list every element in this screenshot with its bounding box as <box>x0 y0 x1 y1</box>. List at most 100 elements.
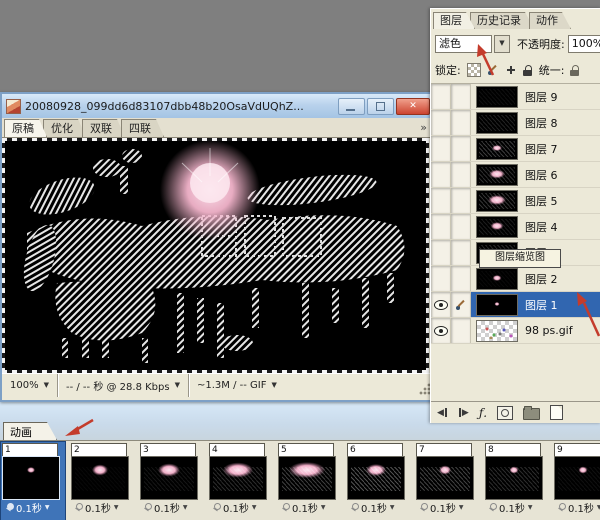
lock-image-brush-icon[interactable] <box>487 64 499 76</box>
layer-thumbnail[interactable] <box>476 294 518 316</box>
link-toggle[interactable] <box>451 188 471 213</box>
previous-frame-button[interactable]: ◀ <box>437 408 448 418</box>
close-button[interactable]: ✕ <box>396 98 430 115</box>
lock-transparency-icon[interactable] <box>467 63 481 77</box>
animation-frame[interactable]: 6 0.1秒 ▼ <box>346 442 410 520</box>
frame-thumbnail[interactable] <box>278 456 336 500</box>
visibility-toggle[interactable] <box>431 136 451 161</box>
link-toggle[interactable] <box>451 214 471 239</box>
frame-delay-control[interactable]: 0.1秒 ▼ <box>278 500 340 515</box>
tab-actions[interactable]: 动作 <box>529 12 571 29</box>
layer-row[interactable]: 图层 5 <box>431 188 600 214</box>
layer-thumbnail[interactable] <box>476 138 518 160</box>
frame-delay-control[interactable]: 0.1秒 ▼ <box>554 500 600 515</box>
layer-row[interactable]: 图层 8 <box>431 110 600 136</box>
frame-thumbnail[interactable] <box>347 456 405 500</box>
animation-frame[interactable]: 7 0.1秒 ▼ <box>415 442 479 520</box>
frame-delay-control[interactable]: 0.1秒 ▼ <box>485 500 547 515</box>
visibility-toggle[interactable] <box>431 188 451 213</box>
animation-frames-strip: 1 0.1秒 ▼ 2 0.1秒 ▼ 3 <box>0 440 600 520</box>
layer-row[interactable]: 98 ps.gif <box>431 318 600 344</box>
maximize-button[interactable] <box>367 98 394 115</box>
link-toggle[interactable] <box>451 84 471 109</box>
tab-2up[interactable]: 双联 <box>82 119 125 137</box>
frame-delay-control[interactable]: 0.1秒 ▼ <box>416 500 478 515</box>
tab-animation[interactable]: 动画 <box>3 422 57 440</box>
layer-row-selected[interactable]: 图层 1 <box>431 292 600 318</box>
animation-frame[interactable]: 9 0.1秒 ▼ <box>553 442 600 520</box>
frame-disposal-icon <box>74 503 82 513</box>
frame-thumbnail[interactable] <box>209 456 267 500</box>
download-time-dropdown[interactable]: -- / -- 秒 @ 28.8 Kbps ▼ <box>58 374 188 397</box>
layer-row[interactable]: 图层 7 <box>431 136 600 162</box>
new-group-button[interactable] <box>523 408 540 420</box>
next-frame-button[interactable]: ▶ <box>458 408 469 418</box>
animation-frame[interactable]: 8 0.1秒 ▼ <box>484 442 548 520</box>
visibility-toggle[interactable] <box>431 266 451 291</box>
tab-4up[interactable]: 四联 <box>121 119 164 137</box>
zoom-level-dropdown[interactable]: 100% ▼ <box>2 374 57 397</box>
layer-row[interactable]: 图层 6 <box>431 162 600 188</box>
frame-delay-control[interactable]: 0.1秒 ▼ <box>140 500 202 515</box>
frame-thumbnail[interactable] <box>416 456 474 500</box>
new-layer-button[interactable] <box>550 405 563 420</box>
layer-row[interactable]: 图层 9 <box>431 84 600 110</box>
animation-frame[interactable]: 3 0.1秒 ▼ <box>139 442 203 520</box>
frame-delay-control[interactable]: 0.1秒 ▼ <box>71 500 133 515</box>
layer-thumbnail[interactable] <box>476 86 518 108</box>
unify-lock-icon[interactable] <box>570 64 580 76</box>
lock-all-icon[interactable] <box>523 64 533 76</box>
animation-frame[interactable]: 1 0.1秒 ▼ <box>1 442 65 520</box>
layer-row[interactable]: 图层 2 <box>431 266 600 292</box>
animation-frame[interactable]: 4 0.1秒 ▼ <box>208 442 272 520</box>
frame-disposal-icon <box>419 503 427 513</box>
tab-layers[interactable]: 图层 <box>433 12 475 29</box>
frame-delay-control[interactable]: 0.1秒 ▼ <box>347 500 409 515</box>
blend-mode-dropdown-button[interactable]: ▼ <box>494 35 510 53</box>
link-toggle[interactable] <box>451 292 471 317</box>
document-titlebar[interactable]: 20080928_099dd6d83107dbb48b20OsaVdUQhZ..… <box>2 94 433 118</box>
frame-delay-control[interactable]: 0.1秒 ▼ <box>209 500 271 515</box>
layer-style-fx-button[interactable]: ƒ. <box>479 406 487 420</box>
visibility-toggle[interactable] <box>431 162 451 187</box>
link-toggle[interactable] <box>451 318 471 343</box>
layer-thumbnail[interactable] <box>476 216 518 238</box>
link-toggle[interactable] <box>451 266 471 291</box>
blend-mode-select[interactable]: 滤色 <box>435 35 492 53</box>
opacity-input[interactable]: 100% <box>568 35 600 53</box>
tab-original[interactable]: 原稿 <box>4 119 47 137</box>
layer-thumbnail[interactable] <box>476 164 518 186</box>
image-canvas[interactable] <box>2 138 429 373</box>
frame-delay-control[interactable]: 0.1秒 ▼ <box>2 500 64 515</box>
lock-position-icon[interactable] <box>505 64 517 76</box>
file-size-dropdown[interactable]: ~1.3M / -- GIF ▼ <box>189 374 285 397</box>
frame-thumbnail[interactable] <box>485 456 543 500</box>
animation-frame[interactable]: 5 0.1秒 ▼ <box>277 442 341 520</box>
visibility-toggle[interactable] <box>431 110 451 135</box>
tab-history[interactable]: 历史记录 <box>470 12 534 29</box>
layer-thumbnail[interactable] <box>476 320 518 342</box>
frame-thumbnail[interactable] <box>2 456 60 500</box>
layer-thumbnail[interactable] <box>476 268 518 290</box>
tabs-overflow-chevron[interactable]: » <box>420 121 427 134</box>
tab-optimized[interactable]: 优化 <box>43 119 86 137</box>
add-layer-mask-button[interactable] <box>497 406 513 420</box>
layer-thumbnail[interactable] <box>476 112 518 134</box>
layer-row[interactable]: 图层 4 <box>431 214 600 240</box>
link-toggle[interactable] <box>451 136 471 161</box>
layer-thumbnail[interactable] <box>476 190 518 212</box>
link-toggle[interactable] <box>451 240 471 265</box>
visibility-toggle[interactable] <box>431 84 451 109</box>
frame-thumbnail[interactable] <box>71 456 129 500</box>
visibility-toggle[interactable] <box>431 240 451 265</box>
frame-disposal-icon <box>143 503 151 513</box>
visibility-toggle[interactable] <box>431 292 451 317</box>
visibility-toggle[interactable] <box>431 214 451 239</box>
visibility-toggle[interactable] <box>431 318 451 343</box>
link-toggle[interactable] <box>451 162 471 187</box>
frame-thumbnail[interactable] <box>140 456 198 500</box>
minimize-button[interactable] <box>338 98 365 115</box>
animation-frame[interactable]: 2 0.1秒 ▼ <box>70 442 134 520</box>
frame-thumbnail[interactable] <box>554 456 600 500</box>
link-toggle[interactable] <box>451 110 471 135</box>
